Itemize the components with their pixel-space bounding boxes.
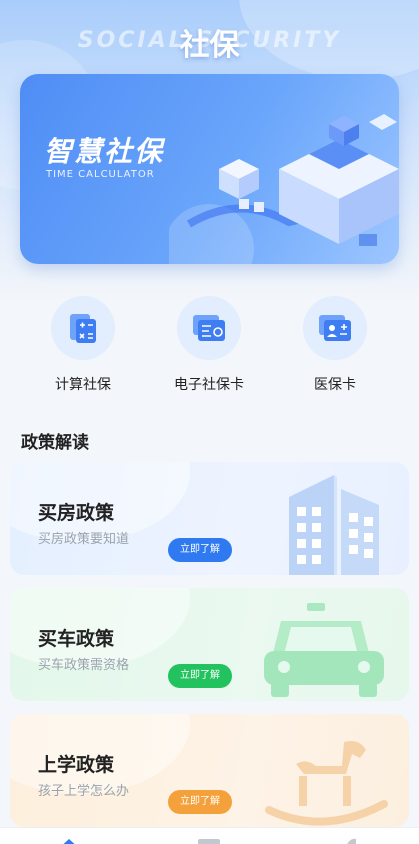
bottom-tab-bar (0, 827, 419, 844)
quick-action-calculate[interactable]: 计算社保 (28, 296, 138, 394)
learn-more-button[interactable]: 立即了解 (168, 664, 232, 688)
policy-card-housing[interactable]: 买房政策 买房政策要知道 立即了解 (10, 462, 409, 575)
policy-title: 买车政策 (38, 628, 115, 650)
page-header: SOCIAL SECURITY 社保 (0, 18, 419, 63)
home-icon[interactable] (56, 836, 82, 844)
policy-title: 上学政策 (38, 754, 115, 776)
section-title: 政策解读 (21, 433, 89, 453)
policy-card-car[interactable]: 买车政策 买车政策需资格 立即了解 (10, 588, 409, 701)
banner-title: 智慧社保 (44, 135, 165, 168)
quick-actions: 计算社保 电子社保卡 医保卡 (0, 296, 419, 396)
list-icon[interactable] (196, 836, 222, 844)
id-card-icon (303, 296, 367, 360)
quick-action-label: 医保卡 (314, 377, 356, 393)
policy-subtitle: 买房政策要知道 (38, 532, 130, 547)
policy-subtitle: 孩子上学怎么办 (38, 784, 130, 799)
car-icon (264, 603, 384, 697)
rocking-horse-icon (265, 741, 388, 826)
policy-title: 买房政策 (38, 502, 115, 524)
quick-action-ecard[interactable]: 电子社保卡 (154, 296, 264, 394)
policy-subtitle: 买车政策需资格 (38, 658, 130, 673)
isometric-building-illustration (169, 114, 399, 264)
learn-more-button[interactable]: 立即了解 (168, 790, 232, 814)
calculator-icon (51, 296, 115, 360)
banner-subtitle: TIME CALCULATOR (46, 169, 155, 180)
quick-action-medical-card[interactable]: 医保卡 (280, 296, 390, 394)
learn-more-button[interactable]: 立即了解 (168, 538, 232, 562)
electronic-card-icon (177, 296, 241, 360)
quick-action-label: 计算社保 (55, 377, 111, 393)
policy-card-school[interactable]: 上学政策 孩子上学怎么办 立即了解 (10, 714, 409, 827)
building-icon (289, 475, 379, 575)
quick-action-label: 电子社保卡 (174, 377, 244, 393)
hero-banner[interactable]: 智慧社保 TIME CALCULATOR (20, 74, 399, 264)
page-title: 社保 (179, 28, 240, 63)
profile-icon[interactable] (336, 836, 362, 844)
